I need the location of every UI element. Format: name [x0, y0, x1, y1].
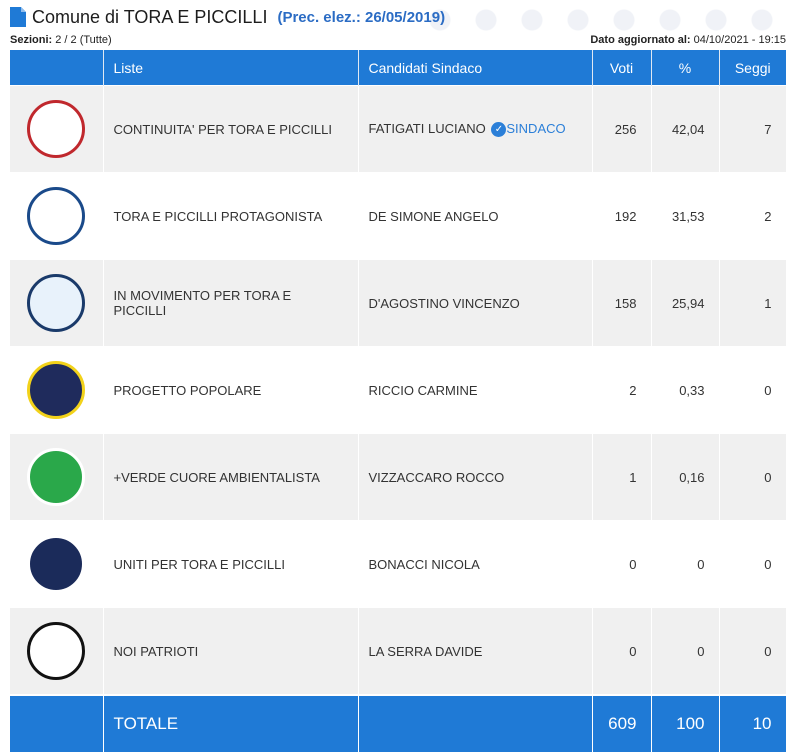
list-name: NOI PATRIOTI — [103, 607, 359, 695]
party-logo — [27, 100, 86, 158]
sections-label: Sezioni: — [10, 34, 53, 46]
candidate-name: BONACCI NICOLA — [368, 556, 480, 572]
list-logo-cell — [10, 607, 104, 695]
list-logo-cell — [10, 85, 104, 173]
list-row[interactable]: CONTINUITA' PER TORA E PICCILLI FATIGATI … — [10, 85, 787, 173]
votes-value: 1 — [592, 433, 652, 521]
meta-row: Sezioni: 2 / 2 (Tutte) Dato aggiornato a… — [10, 34, 786, 48]
party-logo — [27, 448, 86, 506]
total-spacer-2 — [358, 694, 593, 752]
candidate-cell: FATIGATI LUCIANO ✓ SINDACO — [358, 85, 593, 173]
check-circle-icon: ✓ — [491, 122, 507, 138]
elected-badge: SINDACO — [506, 120, 566, 136]
column-perc[interactable]: % — [651, 50, 720, 86]
percent-value: 0 — [651, 520, 720, 608]
party-logo — [27, 187, 86, 245]
list-row[interactable]: UNITI PER TORA E PICCILLI BONACCI NICOLA 0… — [10, 520, 787, 608]
list-name: IN MOVIMENTO PER TORA E PICCILLI — [103, 259, 359, 347]
list-name: CONTINUITA' PER TORA E PICCILLI — [103, 85, 359, 173]
total-row: TOTALE 609 100 10 — [10, 694, 787, 752]
seats-value: 2 — [719, 172, 787, 260]
list-logo-cell — [10, 346, 104, 434]
party-logo — [27, 535, 86, 593]
total-label: TOTALE — [103, 694, 359, 752]
column-liste[interactable]: Liste — [103, 50, 359, 86]
column-seggi[interactable]: Seggi — [719, 50, 786, 86]
candidate-cell: BONACCI NICOLA — [358, 520, 593, 608]
sections-value: 2 / 2 (Tutte) — [55, 34, 112, 46]
previous-election-link[interactable]: (Prec. elez.: 26/05/2019) — [277, 9, 445, 26]
votes-value: 0 — [592, 520, 652, 608]
candidate-cell: LA SERRA DAVIDE — [358, 607, 593, 695]
candidate-name: VIZZACCARO ROCCO — [368, 469, 505, 485]
seats-value: 7 — [719, 85, 787, 173]
candidate-cell: DE SIMONE ANGELO — [358, 172, 593, 260]
sections-info: Sezioni: 2 / 2 (Tutte) — [10, 34, 112, 48]
votes-value: 2 — [592, 346, 652, 434]
party-logo — [27, 274, 86, 332]
list-name: PROGETTO POPOLARE — [103, 346, 359, 434]
percent-value: 25,94 — [651, 259, 720, 347]
list-row[interactable]: TORA E PICCILLI PROTAGONISTA DE SIMONE AN… — [10, 172, 787, 260]
seats-value: 0 — [719, 346, 787, 434]
total-perc: 100 — [651, 694, 720, 752]
candidate-cell: RICCIO CARMINE — [358, 346, 593, 434]
document-icon — [10, 7, 26, 27]
list-logo-cell — [10, 259, 104, 347]
percent-value: 0,16 — [651, 433, 720, 521]
candidate-name: D'AGOSTINO VINCENZO — [368, 295, 520, 311]
votes-value: 0 — [592, 607, 652, 695]
column-candidati[interactable]: Candidati Sindaco — [358, 50, 593, 86]
list-name: UNITI PER TORA E PICCILLI — [103, 520, 359, 608]
party-logo — [27, 361, 86, 419]
percent-value: 0 — [651, 607, 720, 695]
seats-value: 0 — [719, 607, 787, 695]
list-name: TORA E PICCILLI PROTAGONISTA — [103, 172, 359, 260]
candidate-cell: D'AGOSTINO VINCENZO — [358, 259, 593, 347]
seats-value: 1 — [719, 259, 787, 347]
votes-value: 192 — [592, 172, 652, 260]
list-row[interactable]: PROGETTO POPOLARE RICCIO CARMINE 2 0,33 0 — [10, 346, 787, 434]
column-logo — [10, 50, 104, 86]
total-voti: 609 — [592, 694, 652, 752]
list-logo-cell — [10, 520, 104, 608]
list-logo-cell — [10, 433, 104, 521]
candidate-name: FATIGATI LUCIANO — [368, 120, 486, 136]
votes-value: 256 — [592, 85, 652, 173]
list-row[interactable]: IN MOVIMENTO PER TORA E PICCILLI D'AGOSTI… — [10, 259, 787, 347]
party-logo — [27, 622, 86, 680]
updated-label: Dato aggiornato al: — [590, 34, 691, 46]
updated-info: Dato aggiornato al: 04/10/2021 - 19:15 — [590, 34, 786, 48]
table-header-row: Liste Candidati Sindaco Voti % Seggi — [10, 50, 786, 86]
seats-value: 0 — [719, 433, 787, 521]
list-row[interactable]: +VERDE CUORE AMBIENTALISTA VIZZACCARO ROC… — [10, 433, 787, 521]
list-name: +VERDE CUORE AMBIENTALISTA — [103, 433, 359, 521]
percent-value: 42,04 — [651, 85, 720, 173]
list-row[interactable]: NOI PATRIOTI LA SERRA DAVIDE 0 0 0 — [10, 607, 787, 695]
seats-value: 0 — [719, 520, 787, 608]
total-seggi: 10 — [719, 694, 787, 752]
candidate-cell: VIZZACCARO ROCCO — [358, 433, 593, 521]
votes-value: 158 — [592, 259, 652, 347]
list-logo-cell — [10, 172, 104, 260]
candidate-name: DE SIMONE ANGELO — [368, 208, 499, 224]
total-spacer — [10, 694, 104, 752]
page-title: Comune di TORA E PICCILLI — [32, 6, 268, 27]
column-voti[interactable]: Voti — [592, 50, 652, 86]
percent-value: 31,53 — [651, 172, 720, 260]
results-table: Liste Candidati Sindaco Voti % Seggi CON… — [10, 50, 787, 752]
updated-value: 04/10/2021 - 19:15 — [693, 34, 786, 46]
percent-value: 0,33 — [651, 346, 720, 434]
title-bar: Comune di TORA E PICCILLI (Prec. elez.: … — [10, 5, 445, 29]
candidate-name: RICCIO CARMINE — [368, 382, 478, 398]
candidate-name: LA SERRA DAVIDE — [368, 643, 483, 659]
